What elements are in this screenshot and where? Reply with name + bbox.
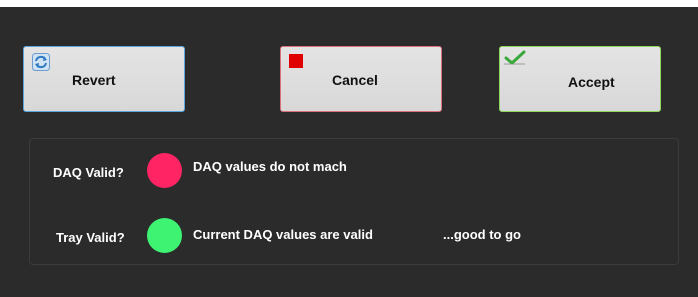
refresh-icon [32,53,50,71]
tray-status-message: Current DAQ values are valid [193,227,373,242]
revert-button[interactable]: Revert [23,46,185,112]
cancel-button[interactable]: Cancel [280,46,442,112]
daq-status-message: DAQ values do not mach [193,159,347,174]
daq-valid-label: DAQ Valid? [53,165,124,180]
validation-status-panel [29,138,679,265]
revert-button-label: Revert [72,72,116,88]
cancel-button-label: Cancel [332,72,378,88]
tray-valid-label: Tray Valid? [56,230,125,245]
daq-status-indicator [147,153,182,188]
tray-status-note: ...good to go [443,227,521,242]
accept-button[interactable]: Accept [499,46,661,112]
checkmark-icon [504,50,526,65]
red-square-icon [289,54,303,68]
daq-validation-window: Revert Cancel Accept DAQ Valid? DAQ valu… [0,7,698,297]
accept-button-label: Accept [568,74,615,90]
tray-status-indicator [147,218,182,253]
